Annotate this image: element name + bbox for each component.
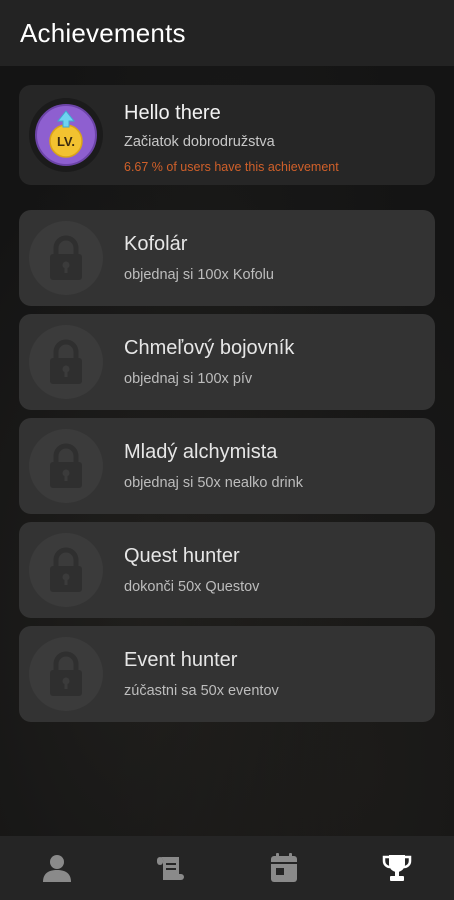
achievement-text: Quest hunter dokonči 50x Questov <box>124 544 423 597</box>
achievement-description: zúčastni sa 50x eventov <box>124 683 279 699</box>
achievement-badge <box>29 325 103 399</box>
achievement-badge <box>29 429 103 503</box>
achievement-text: Mladý alchymista objednaj si 50x nealko … <box>124 440 423 493</box>
achievement-title: Mladý alchymista <box>124 441 278 463</box>
achievement-card-chmelovy-bojovnik[interactable]: Chmeľový bojovník objednaj si 100x pív <box>19 314 435 410</box>
achievement-title: Kofolár <box>124 233 188 255</box>
achievement-text: Event hunter zúčastni sa 50x eventov <box>124 648 423 701</box>
achievement-stat: 6.67 % of users have this achievement <box>124 160 339 174</box>
achievement-description: objednaj si 100x pív <box>124 371 253 387</box>
achievement-description: dokonči 50x Questov <box>124 579 260 595</box>
person-icon <box>42 855 71 882</box>
achievement-title: Hello there <box>124 102 221 124</box>
achievement-description: Začiatok dobrodružstva <box>124 134 275 150</box>
achievement-card-quest-hunter[interactable]: Quest hunter dokonči 50x Questov <box>19 522 435 618</box>
achievement-title: Quest hunter <box>124 545 240 567</box>
achievement-title: Event hunter <box>124 649 238 671</box>
achievement-text: Kofolár objednaj si 100x Kofolu <box>124 232 423 285</box>
app-header: Achievements <box>0 0 454 66</box>
achievement-card-event-hunter[interactable]: Event hunter zúčastni sa 50x eventov <box>19 626 435 722</box>
bottom-navigation <box>0 836 454 900</box>
calendar-icon <box>270 853 297 882</box>
nav-quests[interactable] <box>140 836 200 900</box>
achievement-text: Hello there Začiatok dobrodružstva 6.67 … <box>124 101 423 176</box>
lock-icon <box>50 443 82 488</box>
app-screen: Achievements LV. Hello there Začiatok do… <box>0 0 454 900</box>
achievement-list: LV. Hello there Začiatok dobrodružstva 6… <box>19 85 435 730</box>
scroll-icon <box>157 857 185 880</box>
achievement-badge <box>29 533 103 607</box>
trophy-icon <box>383 855 412 881</box>
level-up-badge-icon: LV. <box>35 104 97 166</box>
achievement-card-kofolar[interactable]: Kofolár objednaj si 100x Kofolu <box>19 210 435 306</box>
achievement-text: Chmeľový bojovník objednaj si 100x pív <box>124 336 423 389</box>
lock-icon <box>50 235 82 280</box>
achievement-description: objednaj si 100x Kofolu <box>124 267 274 283</box>
lock-icon <box>50 651 82 696</box>
achievement-card-hello-there[interactable]: LV. Hello there Začiatok dobrodružstva 6… <box>19 85 435 185</box>
lock-icon <box>50 339 82 384</box>
achievement-badge <box>29 637 103 711</box>
achievement-description: objednaj si 50x nealko drink <box>124 475 303 491</box>
nav-events[interactable] <box>254 836 314 900</box>
page-title: Achievements <box>20 17 186 48</box>
nav-profile[interactable] <box>27 836 87 900</box>
badge-label: LV. <box>57 134 75 149</box>
achievement-card-mlady-alchymista[interactable]: Mladý alchymista objednaj si 50x nealko … <box>19 418 435 514</box>
nav-achievements[interactable] <box>367 836 427 900</box>
achievement-badge <box>29 221 103 295</box>
achievement-title: Chmeľový bojovník <box>124 337 295 359</box>
lock-icon <box>50 547 82 592</box>
achievement-badge: LV. <box>29 98 103 172</box>
